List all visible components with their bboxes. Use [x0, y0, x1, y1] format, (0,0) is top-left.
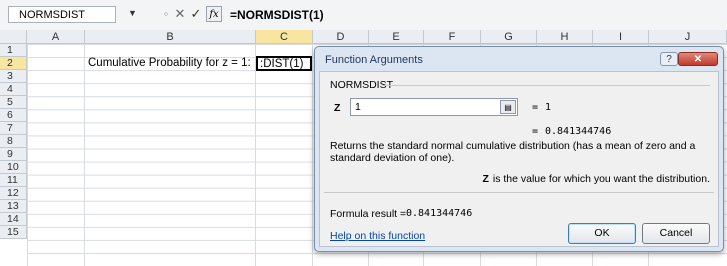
dialog-body: NORMSDIST Z 1 ▤ = 1 = 0.841344746 Return… — [319, 71, 719, 247]
cell-b2-label[interactable]: Cumulative Probability for z = 1: — [88, 57, 251, 70]
argument-equals: = — [532, 102, 539, 113]
column-header-d[interactable]: D — [313, 30, 369, 44]
formula-result-value: 0.841344746 — [406, 208, 473, 219]
column-header-e[interactable]: E — [369, 30, 424, 44]
row-header-8[interactable]: 8 — [0, 135, 27, 148]
column-header-b[interactable]: B — [85, 30, 256, 44]
row-header-12[interactable]: 12 — [0, 187, 27, 200]
argument-description: Zis the value for which you want the dis… — [482, 173, 710, 185]
column-header-h[interactable]: H — [537, 30, 593, 44]
column-header-i[interactable]: I — [593, 30, 649, 44]
column-header-g[interactable]: G — [481, 30, 537, 44]
ok-button[interactable]: OK — [568, 223, 636, 244]
select-all-corner[interactable] — [0, 30, 27, 44]
cancel-entry-button[interactable]: ✕ — [172, 5, 188, 23]
row-header-9[interactable]: 9 — [0, 148, 27, 161]
result-equals: = — [532, 126, 539, 137]
argument-evaluated-value: 1 — [545, 102, 552, 113]
help-on-function-link[interactable]: Help on this function — [330, 230, 425, 242]
row-header-15[interactable]: 15 — [0, 226, 27, 239]
row-header-10[interactable]: 10 — [0, 161, 27, 174]
dialog-title: Function Arguments — [325, 54, 423, 66]
function-result-value: 0.841344746 — [545, 126, 612, 137]
row-header-7[interactable]: 7 — [0, 122, 27, 135]
close-button[interactable]: ✕ — [678, 52, 718, 66]
dialog-separator — [324, 192, 714, 193]
row-header-2[interactable]: 2 — [0, 57, 27, 70]
argument-description-text: is the value for which you want the dist… — [492, 173, 710, 185]
name-box[interactable]: NORMSDIST — [8, 6, 116, 23]
argument-label-z: Z — [334, 102, 341, 114]
column-header-f[interactable]: F — [424, 30, 481, 44]
formula-result-label: Formula result = — [330, 208, 407, 220]
function-arguments-dialog: Function Arguments ? ✕ NORMSDIST Z 1 ▤ =… — [314, 46, 724, 252]
row-header-11[interactable]: 11 — [0, 174, 27, 187]
column-header-a[interactable]: A — [27, 30, 85, 44]
formula-bar: NORMSDIST ▼ ◦ ✕ ✓ fx =NORMSDIST(1) — [0, 0, 727, 31]
row-header-5[interactable]: 5 — [0, 96, 27, 109]
row-header-4[interactable]: 4 — [0, 83, 27, 96]
row-header-6[interactable]: 6 — [0, 109, 27, 122]
insert-function-button[interactable]: fx — [206, 6, 222, 22]
row-header-14[interactable]: 14 — [0, 213, 27, 226]
argument-input-z[interactable]: 1 — [350, 98, 518, 116]
help-button[interactable]: ? — [660, 52, 678, 66]
formula-input[interactable]: =NORMSDIST(1) — [230, 6, 324, 24]
row-header-3[interactable]: 3 — [0, 70, 27, 83]
enter-entry-button[interactable]: ✓ — [188, 5, 204, 23]
column-header-c[interactable]: C — [256, 30, 313, 44]
group-divider — [382, 85, 710, 86]
row-header-13[interactable]: 13 — [0, 200, 27, 213]
collapse-dialog-icon[interactable]: ▤ — [500, 100, 516, 114]
column-header-j[interactable]: J — [649, 30, 727, 44]
cell-c2-editing[interactable]: :DIST(1) — [256, 56, 312, 71]
row-header-1[interactable]: 1 — [0, 44, 27, 57]
name-box-dropdown-icon[interactable]: ▼ — [128, 8, 137, 18]
argument-description-name: Z — [482, 173, 489, 185]
function-description: Returns the standard normal cumulative d… — [330, 140, 696, 164]
cancel-button[interactable]: Cancel — [642, 223, 710, 244]
